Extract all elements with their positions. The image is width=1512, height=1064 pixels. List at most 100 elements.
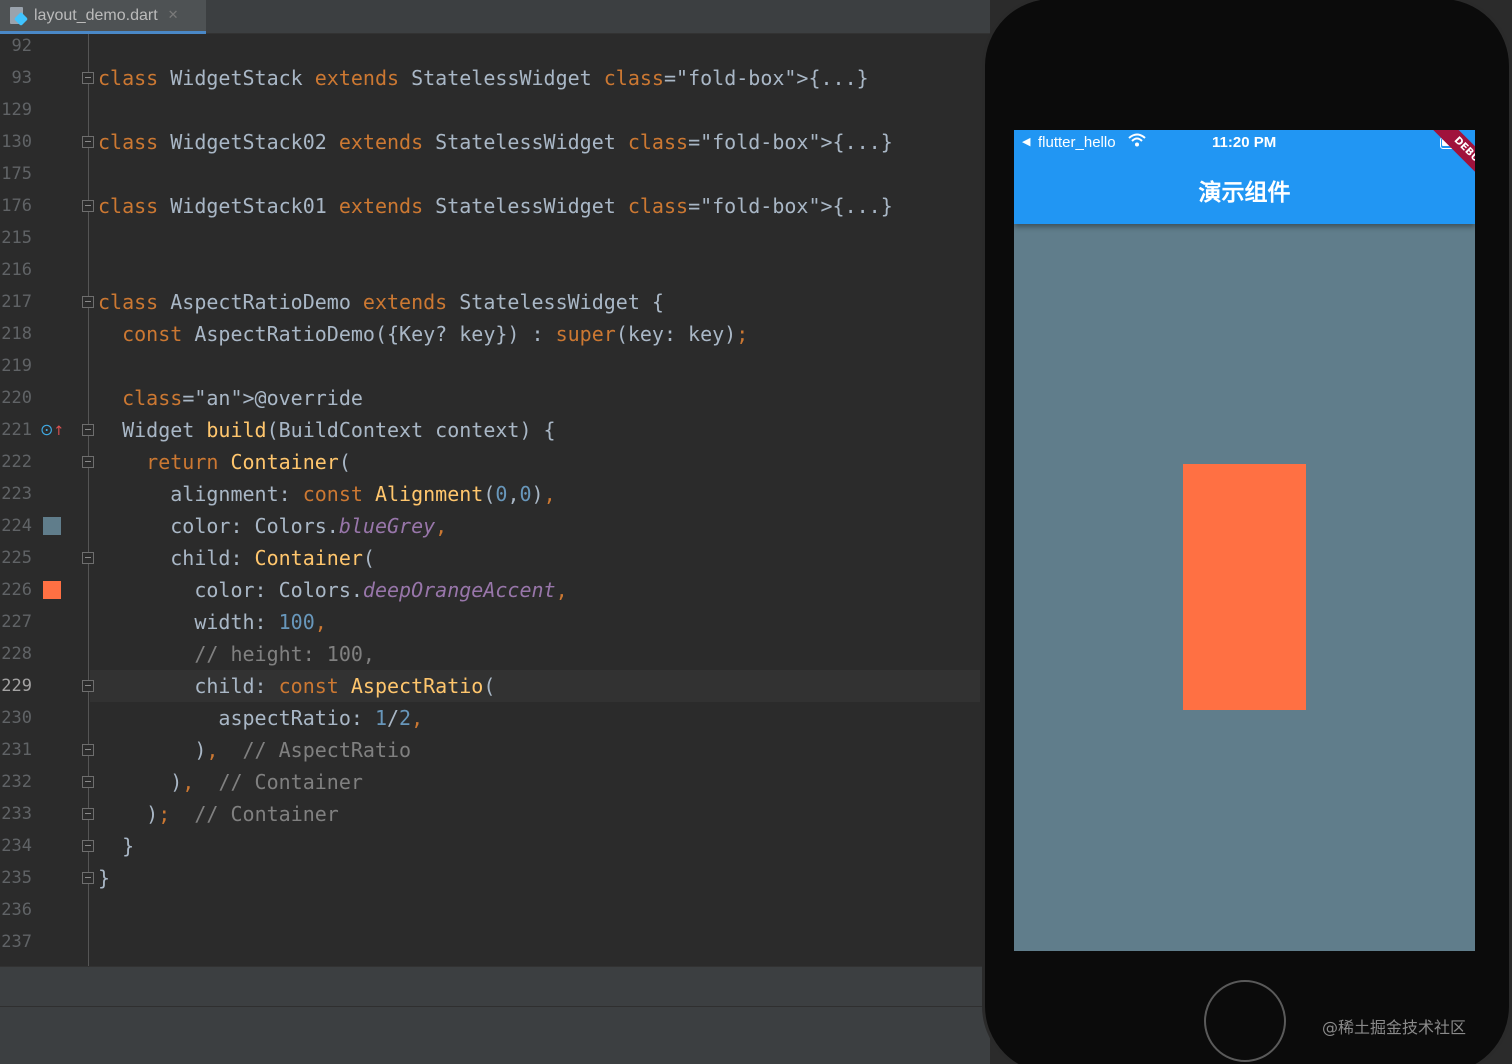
code-text: width: 100, — [98, 610, 327, 634]
tool-window-bar — [0, 1006, 990, 1064]
code-line[interactable]: 129 — [0, 94, 990, 126]
carrier-label: flutter_hello — [1038, 134, 1116, 151]
code-line[interactable]: 92 — [0, 30, 990, 62]
code-line[interactable]: 217 class AspectRatioDemo extends Statele… — [0, 286, 990, 318]
code-text: child: const AspectRatio( — [98, 674, 496, 698]
line-number: 236 — [1, 900, 32, 920]
code-line[interactable]: 236 — [0, 894, 990, 926]
phone-screen: ◀ flutter_hello 11:20 PM 演示组件 DEBUG — [1014, 130, 1475, 951]
code-line[interactable]: 233 ); // Container — [0, 798, 990, 830]
aspect-ratio-box — [1183, 464, 1306, 710]
line-number: 216 — [1, 260, 32, 280]
code-line[interactable]: 221 ⊙↑ Widget build(BuildContext context)… — [0, 414, 990, 446]
app-title: 演示组件 — [1198, 180, 1291, 206]
line-number: 93 — [11, 68, 32, 88]
line-number: 227 — [1, 612, 32, 632]
line-number: 229 — [1, 676, 32, 696]
code-text: // height: 100, — [194, 642, 375, 666]
fold-marker-icon[interactable] — [82, 808, 94, 820]
watermark: @稀土掘金技术社区 — [1322, 1018, 1467, 1037]
code-line[interactable]: 228 // height: 100, — [0, 638, 990, 670]
code-text: ); // Container — [98, 802, 339, 826]
line-number: 237 — [1, 932, 32, 952]
code-line[interactable]: 227 width: 100, — [0, 606, 990, 638]
code-text: alignment: const Alignment(0,0), — [98, 482, 556, 506]
code-line[interactable]: 226 color: Colors.deepOrangeAccent, — [0, 574, 990, 606]
code-text: Widget build(BuildContext context) { — [98, 418, 556, 442]
code-text: } — [98, 866, 111, 890]
status-bar: ◀ flutter_hello 11:20 PM — [1014, 130, 1475, 156]
code-line[interactable]: 232 ), // Container — [0, 766, 990, 798]
fold-marker-icon[interactable] — [82, 200, 94, 212]
fold-marker-icon[interactable] — [82, 840, 94, 852]
tab-label: layout_demo.dart — [34, 6, 158, 24]
code-text: class AspectRatioDemo extends StatelessW… — [98, 290, 664, 314]
home-button[interactable] — [1204, 980, 1286, 1062]
line-number: 221 — [1, 420, 32, 440]
code-line[interactable]: 235} — [0, 862, 990, 894]
line-number: 226 — [1, 580, 32, 600]
back-arrow-icon[interactable]: ◀ — [1022, 135, 1030, 148]
code-text: class WidgetStack01 extends StatelessWid… — [98, 194, 893, 218]
line-number: 218 — [1, 324, 32, 344]
line-number: 217 — [1, 292, 32, 312]
line-number: 230 — [1, 708, 32, 728]
code-text: class WidgetStack02 extends StatelessWid… — [98, 130, 893, 154]
code-line[interactable]: 175 — [0, 158, 990, 190]
code-line[interactable]: 218 const AspectRatioDemo({Key? key}) : … — [0, 318, 990, 350]
code-line[interactable]: 176 class WidgetStack01 extends Stateless… — [0, 190, 990, 222]
fold-marker-icon[interactable] — [82, 424, 94, 436]
color-swatch-icon[interactable] — [43, 581, 61, 599]
close-icon[interactable]: ✕ — [168, 8, 179, 23]
fold-marker-icon[interactable] — [82, 776, 94, 788]
fold-marker-icon[interactable] — [82, 456, 94, 468]
code-line[interactable]: 225 child: Container( — [0, 542, 990, 574]
line-number: 129 — [1, 100, 32, 120]
fold-marker-icon[interactable] — [82, 872, 94, 884]
fold-marker-icon[interactable] — [82, 72, 94, 84]
line-number: 235 — [1, 868, 32, 888]
code-text: child: Container( — [98, 546, 375, 570]
code-line[interactable]: 220 class="an">@override — [0, 382, 990, 414]
line-number: 175 — [1, 164, 32, 184]
line-number: 228 — [1, 644, 32, 664]
code-text: color: Colors.deepOrangeAccent, — [98, 578, 568, 602]
code-text: class="an">@override — [122, 386, 363, 410]
code-line[interactable]: 224 color: Colors.blueGrey, — [0, 510, 990, 542]
line-number: 225 — [1, 548, 32, 568]
line-number: 231 — [1, 740, 32, 760]
code-line[interactable]: 223 alignment: const Alignment(0,0), — [0, 478, 990, 510]
code-line[interactable]: 215 — [0, 222, 990, 254]
line-number: 92 — [11, 36, 32, 56]
code-line[interactable]: 130 class WidgetStack02 extends Stateless… — [0, 126, 990, 158]
fold-marker-icon[interactable] — [82, 744, 94, 756]
app-bar: ◀ flutter_hello 11:20 PM 演示组件 DEBUG — [1014, 130, 1475, 224]
line-number: 220 — [1, 388, 32, 408]
wifi-icon — [1128, 133, 1146, 151]
fold-marker-icon[interactable] — [82, 136, 94, 148]
editor-bottom-bar — [0, 966, 990, 1006]
status-time: 11:20 PM — [1212, 134, 1277, 151]
code-line[interactable]: 216 — [0, 254, 990, 286]
code-line[interactable]: 229 child: const AspectRatio( — [0, 670, 990, 702]
color-swatch-icon[interactable] — [43, 517, 61, 535]
tab-layout-demo[interactable]: layout_demo.dart ✕ — [0, 0, 206, 34]
code-text: ), // Container — [98, 770, 363, 794]
code-line[interactable]: 222 return Container( — [0, 446, 990, 478]
code-line[interactable]: 231 ), // AspectRatio — [0, 734, 990, 766]
line-number: 176 — [1, 196, 32, 216]
code-line[interactable]: 93 class WidgetStack extends StatelessWid… — [0, 62, 990, 94]
code-line[interactable]: 230 aspectRatio: 1/2, — [0, 702, 990, 734]
code-editor[interactable]: 92 93 class WidgetStack extends StatelessW… — [0, 34, 990, 966]
fold-marker-icon[interactable] — [82, 296, 94, 308]
editor-tab-bar: layout_demo.dart ✕ — [0, 0, 990, 34]
code-text: class WidgetStack extends StatelessWidge… — [98, 66, 869, 90]
code-line[interactable]: 219 — [0, 350, 990, 382]
code-line[interactable]: 237 — [0, 926, 990, 958]
override-icon[interactable]: ⊙↑ — [40, 420, 64, 439]
code-text: return Container( — [146, 450, 351, 474]
fold-marker-icon[interactable] — [82, 552, 94, 564]
code-line[interactable]: 234 } — [0, 830, 990, 862]
line-number: 223 — [1, 484, 32, 504]
fold-marker-icon[interactable] — [82, 680, 94, 692]
